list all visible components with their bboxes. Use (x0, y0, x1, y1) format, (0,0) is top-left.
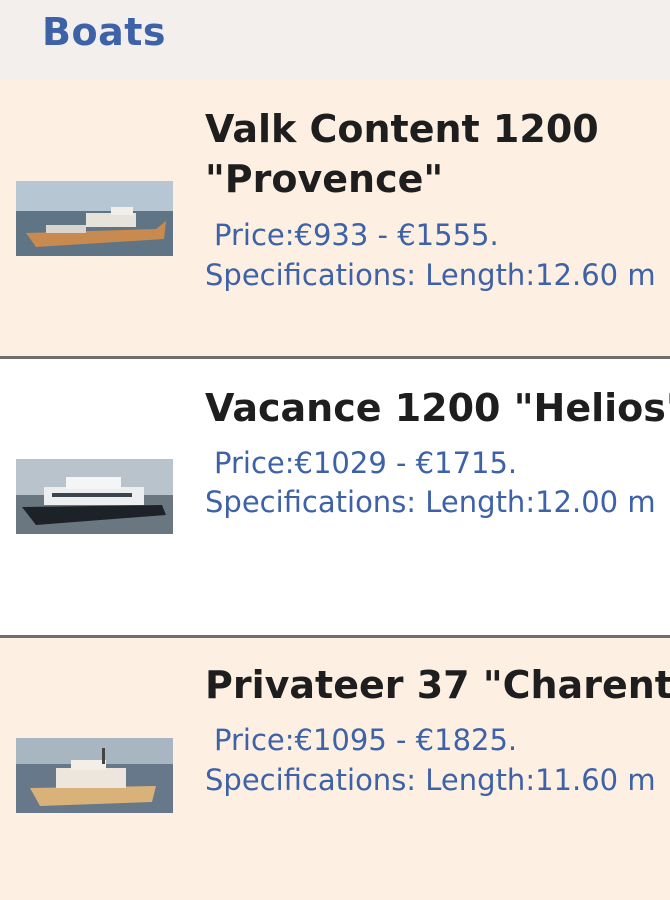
page-title: Boats (42, 10, 166, 54)
boat-name: Valk Content 1200 "Provence" (205, 107, 599, 201)
boat-price: Price:€1095 - €1825. (214, 723, 518, 757)
boat-name: Privateer 37 "Charente" (205, 663, 670, 707)
boat-specs: Specifications: Length:12.60 m (205, 258, 656, 292)
boat-thumbnail (16, 181, 173, 256)
boat-list[interactable]: Valk Content 1200 "Provence" Price:€933 … (0, 80, 670, 900)
boat-thumbnail (16, 738, 173, 813)
boats-screen: Boats Valk Content 1200 "Provence" Price… (0, 0, 670, 900)
boat-price: Price:€933 - €1555. (214, 218, 499, 252)
boat-name: Vacance 1200 "Helios" (205, 386, 670, 430)
boat-price: Price:€1029 - €1715. (214, 446, 518, 480)
boat-list-item[interactable]: Valk Content 1200 "Provence" Price:€933 … (0, 80, 670, 356)
boat-specs: Specifications: Length:12.00 m (205, 485, 656, 519)
boat-list-item[interactable]: Privateer 37 "Charente" Price:€1095 - €1… (0, 638, 670, 900)
boat-specs: Specifications: Length:11.60 m (205, 763, 656, 797)
boat-thumbnail (16, 459, 173, 534)
boat-list-item[interactable]: Vacance 1200 "Helios" Price:€1029 - €171… (0, 359, 670, 635)
header-bar: Boats (0, 0, 670, 80)
